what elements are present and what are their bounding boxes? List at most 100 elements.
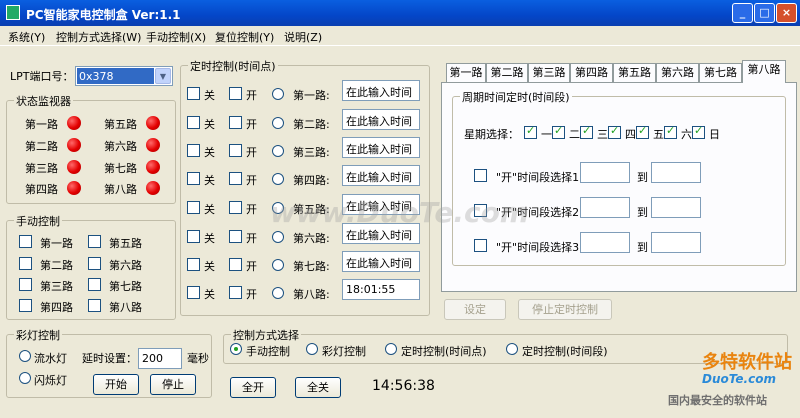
timer-off-checkbox-6[interactable] [187,230,200,243]
day-checkbox-4[interactable] [608,124,621,139]
menu-help[interactable]: 说明(Z) [284,29,322,45]
tab-channel-4[interactable]: 第四路 [570,63,613,82]
timer-time-input-2[interactable]: 在此输入时间 [342,109,420,130]
timer-off-checkbox-4[interactable] [187,172,200,185]
all-off-button[interactable]: 全关 [295,377,341,398]
range-start-input-2[interactable] [580,197,630,218]
minimize-button[interactable]: _ [732,3,753,23]
menu-manual[interactable]: 手动控制(X) [146,29,206,45]
flow-label: 流水灯 [34,352,67,365]
title-bar[interactable]: PC智能家电控制盒 Ver:1.1 _ □ × [0,0,800,26]
start-button[interactable]: 开始 [93,374,139,395]
day-checkbox-5[interactable] [636,124,649,139]
tab-channel-3[interactable]: 第三路 [528,63,570,82]
manual-checkbox-4[interactable] [19,299,32,312]
stop-timer-button[interactable]: 停止定时控制 [518,299,612,320]
timer-radio-6[interactable] [272,231,284,243]
day-checkbox-3[interactable] [580,124,593,139]
status-label-2: 第二路 [25,140,58,153]
delay-input[interactable]: 200 [138,348,182,369]
period-title: 周期时间定时(时间段) [460,89,572,105]
flow-radio[interactable] [19,350,31,362]
timer-radio-2[interactable] [272,117,284,129]
tab-channel-7[interactable]: 第七路 [699,63,742,82]
timer-radio-8[interactable] [272,287,284,299]
set-button[interactable]: 设定 [444,299,506,320]
timer-on-checkbox-1[interactable] [229,87,242,100]
tab-channel-8[interactable]: 第八路 [742,60,786,83]
flash-radio[interactable] [19,372,31,384]
day-checkbox-1[interactable] [524,124,537,139]
manual-checkbox-6[interactable] [88,257,101,270]
stop-button[interactable]: 停止 [150,374,196,395]
mode-label-manual: 手动控制 [246,345,290,358]
menu-reset[interactable]: 复位控制(Y) [215,29,274,45]
mode-radio-lights[interactable] [306,343,318,355]
mode-label-timepoint: 定时控制(时间点) [401,345,487,358]
timer-on-checkbox-3[interactable] [229,144,242,157]
tab-channel-2[interactable]: 第二路 [486,63,528,82]
timer-time-input-4[interactable]: 在此输入时间 [342,165,420,186]
timer-on-checkbox-5[interactable] [229,201,242,214]
manual-checkbox-8[interactable] [88,299,101,312]
timer-off-checkbox-5[interactable] [187,201,200,214]
chevron-down-icon[interactable]: ▼ [155,68,171,84]
range-end-input-2[interactable] [651,197,701,218]
timer-radio-1[interactable] [272,88,284,100]
all-on-button[interactable]: 全开 [230,377,276,398]
day-checkbox-7[interactable] [692,124,705,139]
range-start-input-3[interactable] [580,232,630,253]
timer-off-checkbox-8[interactable] [187,286,200,299]
timer-on-checkbox-7[interactable] [229,258,242,271]
timer-radio-4[interactable] [272,173,284,185]
timer-on-checkbox-6[interactable] [229,230,242,243]
timer-on-label-3: 开 [246,146,257,159]
manual-checkbox-3[interactable] [19,278,32,291]
timer-time-input-3[interactable]: 在此输入时间 [342,137,420,158]
timer-off-checkbox-3[interactable] [187,144,200,157]
range-end-input-1[interactable] [651,162,701,183]
tab-channel-6[interactable]: 第六路 [656,63,699,82]
tab-channel-5[interactable]: 第五路 [613,63,656,82]
mode-radio-timepoint[interactable] [385,343,397,355]
timer-off-label-8: 关 [204,288,215,301]
timer-off-checkbox-1[interactable] [187,87,200,100]
timer-off-checkbox-2[interactable] [187,116,200,129]
range-checkbox-3[interactable] [474,239,487,252]
timer-radio-7[interactable] [272,259,284,271]
manual-checkbox-7[interactable] [88,278,101,291]
timer-time-input-1[interactable]: 在此输入时间 [342,80,420,101]
timer-radio-3[interactable] [272,145,284,157]
timer-time-input-7[interactable]: 在此输入时间 [342,251,420,272]
app-icon [6,5,20,20]
timer-off-checkbox-7[interactable] [187,258,200,271]
range-start-input-1[interactable] [580,162,630,183]
day-checkbox-6[interactable] [664,124,677,139]
timer-off-label-1: 关 [204,89,215,102]
status-label-1: 第一路 [25,118,58,131]
tab-channel-1[interactable]: 第一路 [446,63,486,82]
timer-on-label-8: 开 [246,288,257,301]
status-led-1 [67,116,81,130]
menu-system[interactable]: 系统(Y) [8,29,45,45]
range-to-label-1: 到 [637,171,648,184]
range-checkbox-1[interactable] [474,169,487,182]
day-checkbox-2[interactable] [552,124,565,139]
timer-on-checkbox-8[interactable] [229,286,242,299]
timer-on-checkbox-2[interactable] [229,116,242,129]
close-button[interactable]: × [776,3,797,23]
manual-checkbox-5[interactable] [88,235,101,248]
timer-time-input-8[interactable]: 18:01:55 [342,279,420,300]
day-label-7: 日 [709,128,720,141]
menu-control-mode[interactable]: 控制方式选择(W) [56,29,141,45]
mode-radio-manual[interactable] [230,343,242,355]
port-select[interactable]: 0x378 ▼ [75,66,173,86]
range-end-input-3[interactable] [651,232,701,253]
manual-checkbox-1[interactable] [19,235,32,248]
manual-checkbox-2[interactable] [19,257,32,270]
status-led-4 [67,181,81,195]
status-led-5 [146,116,160,130]
maximize-button[interactable]: □ [754,3,775,23]
timer-on-checkbox-4[interactable] [229,172,242,185]
mode-radio-period[interactable] [506,343,518,355]
